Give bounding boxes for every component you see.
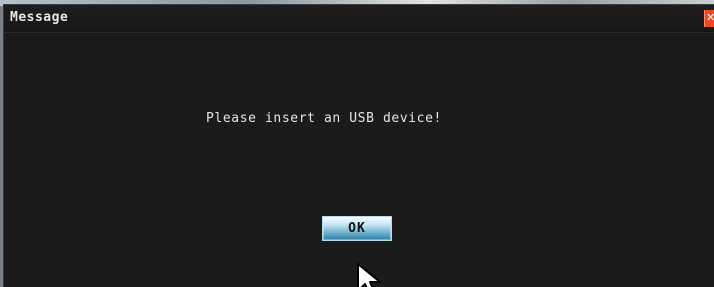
message-text: Please insert an USB device! [206, 111, 442, 126]
ok-button-label: OK [348, 221, 366, 236]
dialog-content: Please insert an USB device! OK [4, 33, 714, 287]
title-bar: Message ✕ [4, 5, 714, 33]
close-button[interactable]: ✕ [704, 10, 714, 27]
ok-button[interactable]: OK [322, 216, 392, 241]
screen: Message ✕ Please insert an USB device! O… [0, 0, 714, 287]
mouse-pointer-icon [357, 263, 381, 287]
close-icon: ✕ [706, 11, 714, 24]
message-dialog: Message ✕ Please insert an USB device! O… [3, 4, 714, 287]
dialog-title: Message [10, 10, 69, 25]
